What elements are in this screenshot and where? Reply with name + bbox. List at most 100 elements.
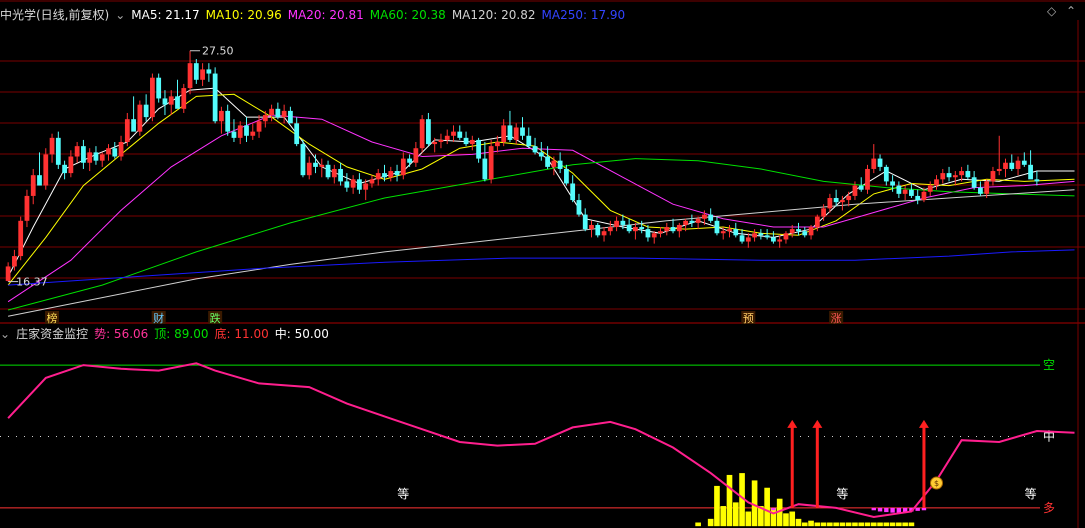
yellow-bar (814, 522, 821, 527)
candle-body (915, 195, 921, 201)
candle-body (676, 224, 682, 232)
candle-body (520, 127, 525, 136)
candle-body (344, 181, 350, 188)
candle-body (664, 227, 670, 232)
event-tag: 财 (153, 311, 164, 325)
candle-body (526, 135, 532, 147)
candle-body (37, 175, 42, 186)
candle-body (645, 229, 651, 238)
yellow-bar (870, 522, 877, 527)
yellow-bar (852, 522, 858, 527)
candle-body (984, 181, 990, 194)
candle-body (168, 96, 174, 105)
candle-body (331, 168, 337, 178)
yellow-bar (877, 522, 883, 527)
yellow-bar (764, 487, 770, 527)
candle-body (946, 173, 952, 178)
candle-body (877, 158, 883, 167)
candle-body (727, 229, 732, 232)
candle-body (68, 156, 74, 174)
candle-body (1028, 164, 1033, 180)
candle-body (306, 162, 312, 176)
candle-body (927, 185, 933, 192)
candle-body (990, 171, 996, 182)
candle-body (219, 110, 224, 122)
yellow-bar (858, 522, 865, 527)
candle-body (131, 119, 136, 132)
candle-body (890, 181, 895, 186)
chevron-up-icon[interactable]: ⌃ (1066, 4, 1076, 18)
candle-body (582, 214, 588, 230)
candle-body (187, 63, 193, 89)
candle-body (1003, 162, 1008, 169)
candle-body (978, 187, 983, 194)
candle-body (49, 137, 55, 155)
chart-title: 中光学(日线,前复权) (0, 8, 110, 22)
candle-body (745, 237, 751, 242)
ma60-label: MA60: 20.38 (369, 8, 446, 22)
ma5-label: MA5: 21.17 (131, 8, 200, 22)
candle-body (237, 125, 243, 138)
candle-body (350, 179, 356, 188)
candle-body (658, 231, 663, 234)
candle-body (419, 119, 425, 149)
chevron-down-icon[interactable]: ⌄ (115, 6, 125, 24)
candle-body (708, 214, 714, 221)
candle-body (457, 131, 463, 138)
candle-body (532, 146, 538, 153)
mid-label: 中: 50.00 (274, 327, 329, 341)
wait-label: 等 (836, 487, 848, 501)
event-tag: 涨 (831, 312, 842, 325)
top-label: 顶: 89.00 (154, 327, 209, 341)
candle-body (858, 185, 864, 190)
magenta-bar (884, 507, 889, 513)
diamond-icon[interactable]: ◇ (1047, 4, 1056, 18)
yellow-bar (908, 522, 915, 527)
candle-body (802, 231, 808, 236)
yellow-bar (695, 522, 701, 527)
event-tag: 预 (743, 312, 754, 325)
candle-body (871, 158, 877, 169)
candle-body (783, 233, 789, 240)
candle-body (469, 139, 475, 145)
candle-body (896, 185, 902, 194)
candle-body (865, 168, 870, 190)
yellow-bar (714, 485, 720, 527)
candle-body (808, 227, 814, 236)
candle-body (400, 158, 406, 176)
candle-body (965, 171, 971, 178)
yellow-bar (889, 522, 896, 527)
candle-body (971, 177, 977, 188)
candle-body (689, 220, 695, 223)
chevron-down-icon[interactable]: ⌄ (0, 325, 10, 343)
level-label: 多 (1043, 501, 1055, 515)
candle-body (702, 214, 707, 219)
candle-body (62, 164, 67, 174)
candle-body (432, 142, 438, 145)
candle-body (231, 131, 237, 138)
candle-body (789, 229, 795, 234)
candle-body (93, 152, 99, 161)
candle-body (87, 152, 93, 163)
candle-body (74, 146, 80, 157)
candle-body (394, 171, 400, 176)
main-chart-header: 中光学(日线,前复权) ⌄ MA5: 21.17 MA10: 20.96 MA2… (0, 6, 631, 24)
candle-body (12, 256, 17, 267)
ma250-label: MA250: 17.90 (541, 8, 626, 22)
yellow-bar (864, 522, 871, 527)
candle-body (363, 183, 369, 190)
ma20-label: MA20: 20.81 (287, 8, 364, 22)
yellow-bar (808, 520, 814, 527)
candle-body (764, 235, 770, 238)
candle-body (626, 224, 632, 232)
candle-body (777, 239, 783, 242)
candle-body (451, 131, 456, 136)
candle-body (388, 171, 394, 178)
candle-body (846, 195, 852, 201)
candle-body (557, 160, 563, 169)
magenta-bar (921, 507, 927, 511)
candle-body (150, 77, 155, 118)
candle-body (733, 229, 739, 236)
candle-body (564, 168, 569, 184)
yellow-bar (839, 522, 846, 527)
